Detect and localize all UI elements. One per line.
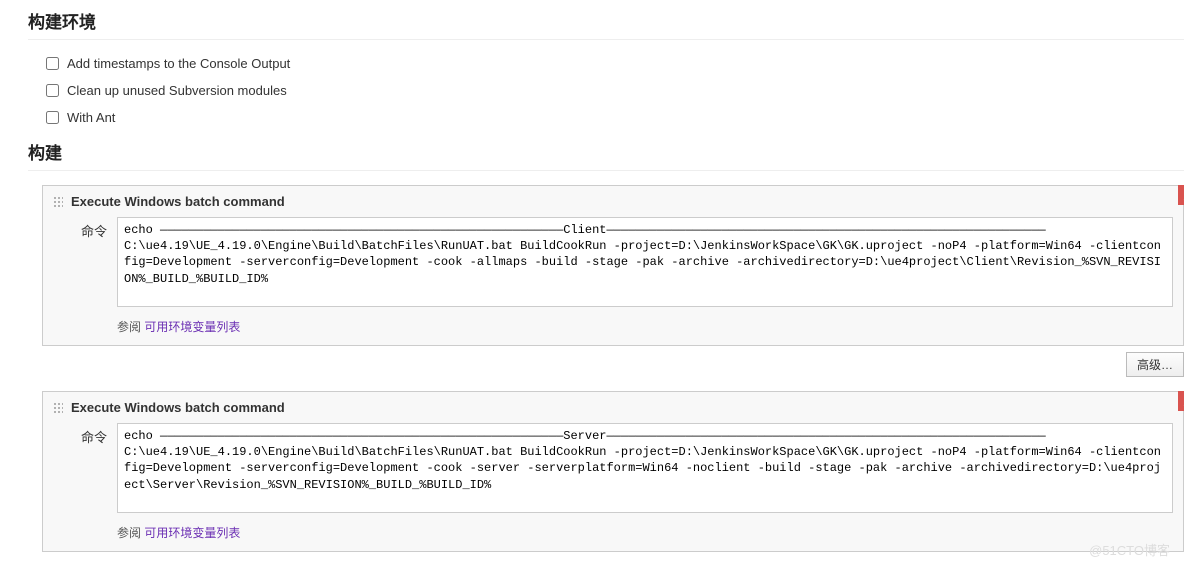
env-check-with-ant-label: With Ant: [67, 110, 115, 125]
advanced-button[interactable]: 高级…: [1126, 352, 1184, 377]
build-step-header: Execute Windows batch command: [53, 400, 1173, 423]
env-vars-link[interactable]: 可用环境变量列表: [144, 526, 240, 540]
env-check-cleanup-svn-box[interactable]: [46, 84, 59, 97]
help-prefix: 参阅: [117, 526, 144, 540]
env-check-timestamps[interactable]: Add timestamps to the Console Output: [28, 50, 1184, 77]
command-textarea[interactable]: [117, 423, 1173, 513]
env-check-timestamps-box[interactable]: [46, 57, 59, 70]
build-step-2: X Execute Windows batch command 命令 参阅 可用…: [42, 391, 1184, 552]
env-check-cleanup-svn-label: Clean up unused Subversion modules: [67, 83, 287, 98]
build-section-title: 构建: [28, 131, 1184, 171]
command-label: 命令: [71, 423, 107, 541]
help-row: 参阅 可用环境变量列表: [117, 516, 1173, 541]
build-step-1: X Execute Windows batch command 命令 参阅 可用…: [42, 185, 1184, 377]
drag-handle-icon[interactable]: [53, 196, 63, 208]
env-check-cleanup-svn[interactable]: Clean up unused Subversion modules: [28, 77, 1184, 104]
env-check-with-ant-box[interactable]: [46, 111, 59, 124]
command-label: 命令: [71, 217, 107, 335]
build-step-title: Execute Windows batch command: [71, 194, 285, 209]
build-step-header: Execute Windows batch command: [53, 194, 1173, 217]
env-check-timestamps-label: Add timestamps to the Console Output: [67, 56, 290, 71]
build-step-title: Execute Windows batch command: [71, 400, 285, 415]
command-textarea[interactable]: [117, 217, 1173, 307]
env-section-title: 构建环境: [28, 0, 1184, 40]
help-prefix: 参阅: [117, 320, 144, 334]
help-row: 参阅 可用环境变量列表: [117, 310, 1173, 335]
env-check-with-ant[interactable]: With Ant: [28, 104, 1184, 131]
delete-step-button[interactable]: X: [1178, 185, 1184, 205]
env-vars-link[interactable]: 可用环境变量列表: [144, 320, 240, 334]
drag-handle-icon[interactable]: [53, 402, 63, 414]
delete-step-button[interactable]: X: [1178, 391, 1184, 411]
